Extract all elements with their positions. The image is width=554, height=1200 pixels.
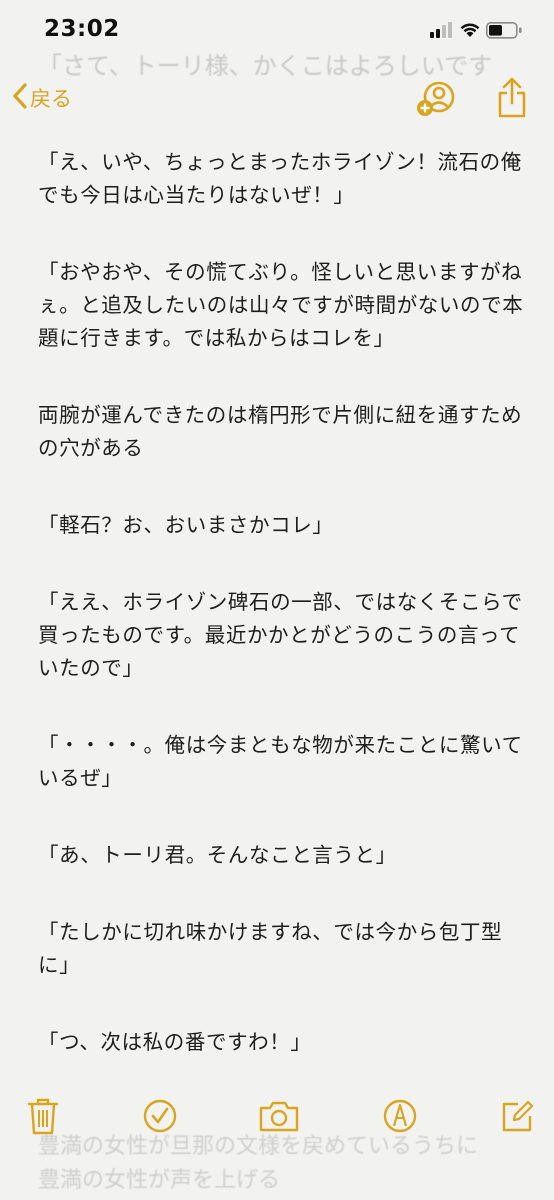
share-button[interactable]	[496, 76, 528, 124]
paragraph: 「ええ、ホライゾン碑石の一部、ではなくそこらで買ったものです。最近かかとがどうの…	[38, 590, 523, 680]
status-icons	[430, 20, 526, 40]
add-person-button[interactable]	[414, 78, 458, 126]
ghost-line: 豊満の女性が声を上げる	[38, 1168, 281, 1193]
status-time: 23:02	[44, 16, 120, 42]
markup-button[interactable]	[382, 1096, 418, 1140]
paragraph: 両腕が運んできたのは楕円形で片側に紐を通すための穴がある	[38, 403, 523, 460]
compose-icon	[500, 1100, 534, 1140]
cellular-signal-icon	[430, 22, 452, 38]
share-icon	[496, 77, 528, 124]
paragraph: 「え、いや、ちょっとまったホライゾン！流石の俺でも今日は心当たりはないぜ！」	[38, 150, 522, 207]
bottom-toolbar	[0, 1080, 554, 1150]
markup-icon	[382, 1099, 418, 1140]
checklist-icon	[142, 1099, 178, 1140]
camera-button[interactable]	[258, 1096, 300, 1140]
paragraph: 「おやおや、その慌てぶり。怪しいと思いますがねぇ。と追及したいのは山々ですが時間…	[38, 260, 524, 350]
paragraph: 「軽石？お、おいまさかコレ」	[38, 513, 334, 537]
trash-icon	[26, 1098, 60, 1140]
back-button[interactable]: 戻る	[12, 82, 72, 114]
paragraph: 「あ、トーリ君。そんなこと言うと」	[38, 843, 397, 867]
navigation-bar: 戻る	[0, 72, 554, 128]
back-label: 戻る	[30, 87, 72, 111]
delete-button[interactable]	[26, 1096, 60, 1140]
battery-icon	[486, 22, 522, 39]
camera-icon	[258, 1101, 300, 1140]
paragraph: 「つ、次は私の番ですわ！」	[38, 1030, 312, 1054]
compose-button[interactable]	[500, 1096, 534, 1140]
note-body[interactable]: 「え、いや、ちょっとまったホライゾン！流石の俺でも今日は心当たりはないぜ！」 「…	[38, 146, 528, 1103]
paragraph: 「たしかに切れ味かけますね、では今から包丁型に」	[38, 920, 503, 977]
person-add-icon	[414, 81, 458, 126]
paragraph: 「・・・・。俺は今まともな物が来たことに驚いているぜ」	[38, 733, 523, 790]
wifi-icon	[460, 23, 480, 37]
chevron-left-icon	[12, 82, 28, 114]
checklist-button[interactable]	[142, 1096, 178, 1140]
